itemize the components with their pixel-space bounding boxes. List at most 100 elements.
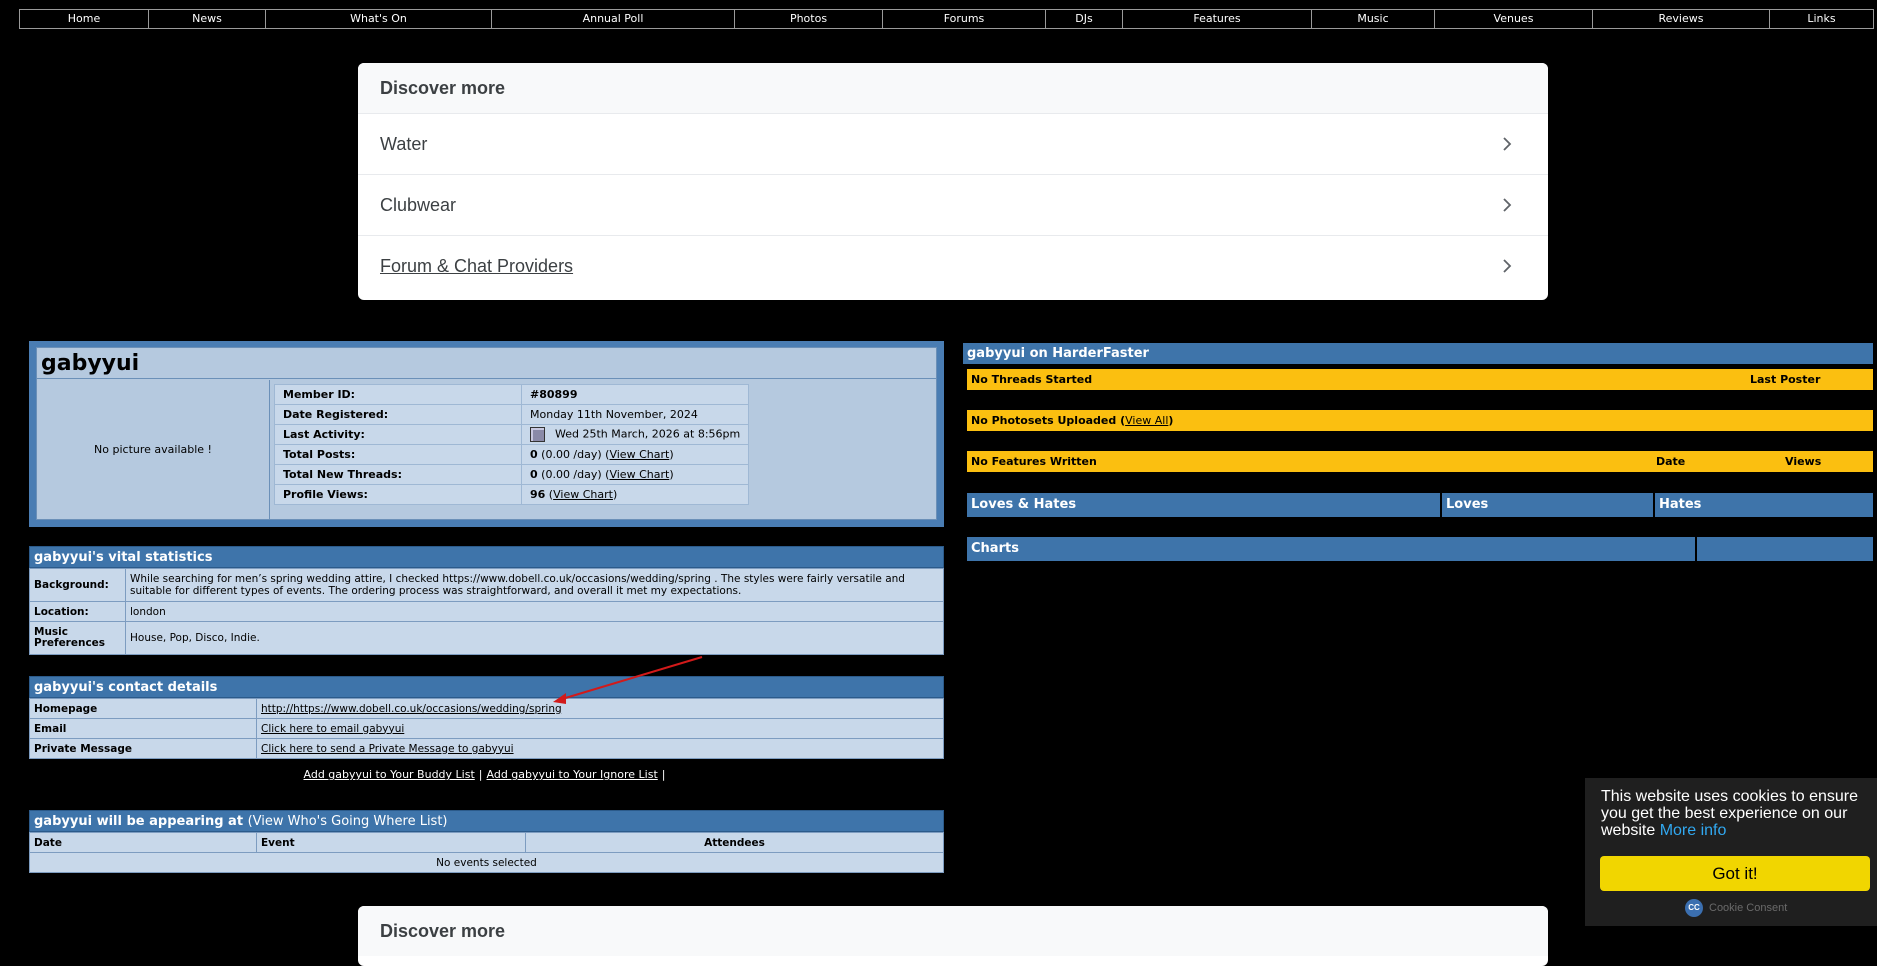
cookie-brand-text: Cookie Consent [1709,902,1788,914]
view-chart-link[interactable]: View Chart [553,488,613,501]
table-row: Last Activity: Wed 25th March, 2026 at 8… [274,424,750,445]
pm-link[interactable]: Click here to send a Private Message to … [261,743,514,755]
profile-card: gabyyui No picture available ! Member ID… [29,341,944,527]
no-events-text: No events selected [29,852,944,873]
table-row: Profile Views: 96 (View Chart) [274,484,750,505]
more-info-link[interactable]: More info [1660,822,1727,839]
discover-more-title: Discover more [358,906,1548,956]
cookie-text: This website uses cookies to ensure you … [1601,788,1859,839]
top-nav: Home News What's On Annual Poll Photos F… [19,9,1874,29]
discover-more-title: Discover more [358,63,1548,113]
calendar-icon [530,427,545,442]
nav-whats-on[interactable]: What's On [266,10,492,28]
nav-features[interactable]: Features [1123,10,1312,28]
member-id-label: Member ID: [274,384,522,405]
charts-bar: Charts [967,537,1873,561]
hates-col: Hates [1655,493,1873,517]
features-text: No Features Written [971,455,1097,468]
table-row: Music Preferences House, Pop, Disco, Ind… [29,621,944,655]
loves-hates-title: Loves & Hates [967,493,1442,517]
add-ignore-link[interactable]: Add gabyyui to Your Ignore List [487,768,658,781]
vital-stats-panel: gabyyui's vital statistics Background: W… [29,546,944,655]
nav-djs[interactable]: DJs [1046,10,1123,28]
discover-item-forum-chat[interactable]: Forum & Chat Providers [358,235,1548,296]
contact-title: gabyyui's contact details [29,676,944,698]
vital-stats-table: Background: While searching for men’s sp… [29,568,944,655]
total-posts-count: 0 [530,448,538,461]
features-date-col: Date [1656,455,1686,468]
location-value: london [125,601,944,622]
view-chart-link[interactable]: View Chart [609,448,669,461]
background-value: While searching for men’s spring wedding… [125,568,944,602]
profile-views-count: 96 [530,488,546,501]
whos-going-where-link[interactable]: (View Who's Going Where List) [248,814,448,829]
cookie-banner: This website uses cookies to ensure you … [1585,778,1877,926]
background-label: Background: [29,568,126,602]
photos-bar: No Photosets Uploaded (View All) [967,410,1873,431]
events-header: gabyyui will be appearing at (View Who's… [29,810,944,832]
total-threads-count: 0 [530,468,538,481]
chevron-right-icon [1503,198,1512,212]
email-link[interactable]: Click here to email gabyyui [261,723,404,735]
location-label: Location: [29,601,126,622]
contact-table: Homepage http://https://www.dobell.co.uk… [29,698,944,759]
pm-cell: Click here to send a Private Message to … [256,738,944,759]
table-row: Total Posts: 0 (0.00 /day) (View Chart) [274,444,750,465]
nav-annual-poll[interactable]: Annual Poll [492,10,735,28]
last-activity-value: Wed 25th March, 2026 at 8:56pm [555,427,741,441]
contact-panel: gabyyui's contact details Homepage http:… [29,676,944,759]
nav-reviews[interactable]: Reviews [1593,10,1770,28]
loves-hates-bar: Loves & Hates Loves Hates [967,493,1873,517]
homepage-link[interactable]: http://https://www.dobell.co.uk/occasion… [261,703,562,715]
col-date: Date [29,832,257,853]
nav-forums[interactable]: Forums [883,10,1046,28]
cookie-consent-brand[interactable]: CC Cookie Consent [1685,899,1787,917]
nav-home[interactable]: Home [20,10,149,28]
photos-text: No Photosets Uploaded [971,414,1117,427]
date-registered-label: Date Registered: [274,404,522,425]
activity-panel: gabyyui on HarderFaster No Threads Start… [963,343,1873,561]
table-row: Member ID: #80899 [274,384,750,405]
col-attendees: Attendees [525,832,944,853]
nav-music[interactable]: Music [1312,10,1435,28]
discover-item-label: Forum & Chat Providers [380,255,574,276]
total-threads-cell: 0 (0.00 /day) (View Chart) [520,464,750,485]
chevron-right-icon [1503,259,1512,273]
profile-views-cell: 96 (View Chart) [520,484,750,505]
nav-photos[interactable]: Photos [735,10,883,28]
total-posts-rate: (0.00 /day) [541,448,602,461]
discover-item-label: Clubwear [380,194,457,215]
date-registered-value: Monday 11th November, 2024 [520,404,750,425]
charts-title: Charts [967,537,1697,561]
vital-stats-title: gabyyui's vital statistics [29,546,944,568]
member-id-value: #80899 [520,384,750,405]
nav-news[interactable]: News [149,10,266,28]
buddy-links: Add gabyyui to Your Buddy List | Add gabyy… [29,768,944,781]
features-views-col: Views [1785,455,1822,468]
threads-text: No Threads Started [971,373,1093,386]
homepage-cell: http://https://www.dobell.co.uk/occasion… [256,698,944,719]
view-chart-link[interactable]: View Chart [609,468,669,481]
cookie-message: This website uses cookies to ensure you … [1585,778,1877,839]
discover-item-clubwear[interactable]: Clubwear [358,174,1548,235]
discover-item-water[interactable]: Water [358,113,1548,174]
discover-more-panel-bottom: Discover more [358,906,1548,966]
features-bar: No Features Written Date Views [967,451,1873,472]
view-all-link[interactable]: View All [1125,414,1168,427]
cookie-consent-logo-icon: CC [1685,899,1703,917]
profile-picture-placeholder: No picture available ! [37,380,270,519]
total-posts-cell: 0 (0.00 /day) (View Chart) [520,444,750,465]
separator: | [478,768,483,781]
email-label: Email [29,718,257,739]
nav-links[interactable]: Links [1770,10,1873,28]
add-buddy-link[interactable]: Add gabyyui to Your Buddy List [304,768,475,781]
table-row: Private Message Click here to send a Pri… [29,738,944,759]
profile-stats-table: Member ID: #80899 Date Registered: Monda… [274,384,750,505]
no-picture-text: No picture available ! [94,443,212,456]
nav-venues[interactable]: Venues [1435,10,1593,28]
table-row: Location: london [29,601,944,622]
got-it-button[interactable]: Got it! [1600,856,1870,891]
col-event: Event [256,832,526,853]
last-poster-col: Last Poster [1750,373,1821,386]
last-activity-label: Last Activity: [274,424,522,445]
